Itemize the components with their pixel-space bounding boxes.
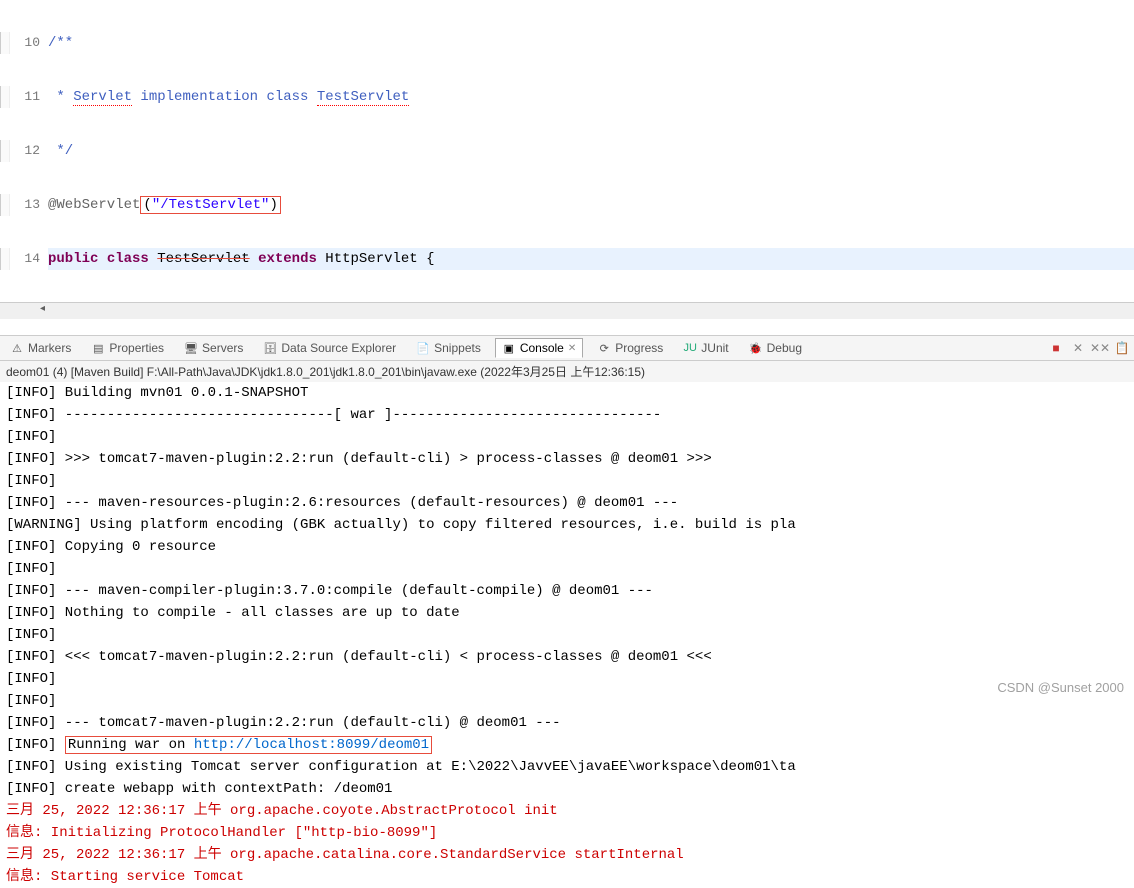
database-icon: 🗄 bbox=[263, 341, 277, 355]
line-number: 12 bbox=[10, 140, 48, 162]
tab-data-source[interactable]: 🗄 Data Source Explorer bbox=[257, 339, 402, 357]
console-line: [INFO] Copying 0 resource bbox=[6, 536, 1128, 558]
junit-icon: JU bbox=[683, 341, 697, 355]
tab-servers[interactable]: 🖥 Servers bbox=[178, 339, 249, 357]
servers-icon: 🖥 bbox=[184, 341, 198, 355]
tab-label: Properties bbox=[109, 341, 164, 355]
console-line: [INFO] bbox=[6, 426, 1128, 448]
console-line: [INFO] --- maven-resources-plugin:2.6:re… bbox=[6, 492, 1128, 514]
annotation-webservlet: @WebServlet bbox=[48, 197, 140, 213]
console-line: [INFO] bbox=[6, 470, 1128, 492]
tab-label: Markers bbox=[28, 341, 71, 355]
code-text: public class TestServlet extends HttpSer… bbox=[48, 248, 1134, 270]
tab-console[interactable]: ▣ Console ✕ bbox=[495, 338, 583, 358]
tab-label: Debug bbox=[767, 341, 802, 355]
line-number: 13 bbox=[10, 194, 48, 216]
kw-extends: extends bbox=[258, 251, 317, 267]
horizontal-scrollbar[interactable] bbox=[0, 302, 1134, 319]
console-line: 信息: Initializing ProtocolHandler ["http-… bbox=[6, 822, 1128, 844]
console-line: [INFO] bbox=[6, 558, 1128, 580]
line-number: 10 bbox=[10, 32, 48, 54]
console-line: [INFO] Building mvn01 0.0.1-SNAPSHOT bbox=[6, 382, 1128, 404]
kw-public: public bbox=[48, 251, 98, 267]
console-line: [INFO] create webapp with contextPath: /… bbox=[6, 778, 1128, 800]
bug-icon: 🐞 bbox=[749, 341, 763, 355]
code-text: /** bbox=[48, 32, 1134, 54]
snippets-icon: 📄 bbox=[416, 341, 430, 355]
tab-properties[interactable]: ▤ Properties bbox=[85, 339, 170, 357]
close-icon[interactable]: ✕ bbox=[568, 343, 576, 354]
code-editor[interactable]: 10 /** 11 * Servlet implementation class… bbox=[0, 0, 1134, 335]
console-line: 信息: Starting service Tomcat bbox=[6, 866, 1128, 888]
markers-icon: ⚠ bbox=[10, 341, 24, 355]
console-line: [INFO] --- maven-compiler-plugin:3.7.0:c… bbox=[6, 580, 1128, 602]
line-number: 14 bbox=[10, 248, 48, 270]
gutter bbox=[0, 32, 10, 54]
string-literal: "/TestServlet" bbox=[152, 197, 270, 213]
console-line: [INFO] bbox=[6, 690, 1128, 712]
kw-class: class bbox=[107, 251, 149, 267]
tab-label: Console bbox=[520, 341, 564, 355]
tab-debug[interactable]: 🐞 Debug bbox=[743, 339, 808, 357]
line-number: 11 bbox=[10, 86, 48, 108]
superclass: HttpServlet { bbox=[325, 251, 434, 267]
views-tab-bar: ⚠ Markers ▤ Properties 🖥 Servers 🗄 Data Sour… bbox=[0, 335, 1134, 361]
tab-label: Data Source Explorer bbox=[281, 341, 396, 355]
code-text: */ bbox=[48, 140, 1134, 162]
tab-label: Progress bbox=[615, 341, 663, 355]
comment-end: */ bbox=[56, 143, 73, 159]
comment-mid: implementation class bbox=[132, 89, 317, 105]
console-line: [INFO] Using existing Tomcat server conf… bbox=[6, 756, 1128, 778]
paren: ) bbox=[269, 197, 277, 213]
terminate-icon[interactable]: ■ bbox=[1048, 340, 1064, 356]
console-launch-info: deom01 (4) [Maven Build] F:\All-Path\Jav… bbox=[0, 361, 1134, 382]
console-icon: ▣ bbox=[502, 341, 516, 355]
console-line: [INFO] --- tomcat7-maven-plugin:2.2:run … bbox=[6, 712, 1128, 734]
tab-snippets[interactable]: 📄 Snippets bbox=[410, 339, 487, 357]
word-servlet: Servlet bbox=[73, 89, 132, 106]
tab-label: JUnit bbox=[701, 341, 728, 355]
remove-launch-icon[interactable]: ✕ bbox=[1070, 340, 1086, 356]
pin-icon[interactable]: 📋 bbox=[1114, 340, 1130, 356]
console-line: [WARNING] Using platform encoding (GBK a… bbox=[6, 514, 1128, 536]
gutter bbox=[0, 194, 10, 216]
tab-label: Servers bbox=[202, 341, 243, 355]
tab-junit[interactable]: JU JUnit bbox=[677, 339, 734, 357]
console-line: [INFO] Nothing to compile - all classes … bbox=[6, 602, 1128, 624]
console-line: [INFO] bbox=[6, 668, 1128, 690]
word-testservlet: TestServlet bbox=[317, 89, 409, 106]
tab-progress[interactable]: ⟳ Progress bbox=[591, 339, 669, 357]
console-line: 三月 25, 2022 12:36:17 上午 org.apache.catal… bbox=[6, 844, 1128, 866]
highlight-box: ("/TestServlet") bbox=[140, 196, 280, 214]
remove-all-icon[interactable]: ✕✕ bbox=[1092, 340, 1108, 356]
code-text: * Servlet implementation class TestServl… bbox=[48, 86, 1134, 108]
watermark: CSDN @Sunset 2000 bbox=[997, 680, 1124, 695]
console-line: [INFO] bbox=[6, 624, 1128, 646]
gutter bbox=[0, 140, 10, 162]
gutter bbox=[0, 248, 10, 270]
console-line: [INFO] --------------------------------[… bbox=[6, 404, 1128, 426]
highlight-box: Running war on http://localhost:8099/deo… bbox=[65, 736, 432, 754]
properties-icon: ▤ bbox=[91, 341, 105, 355]
tab-markers[interactable]: ⚠ Markers bbox=[4, 339, 77, 357]
console-toolbar: ■ ✕ ✕✕ 📋 bbox=[1048, 340, 1130, 356]
code-text: @WebServlet("/TestServlet") bbox=[48, 194, 1134, 216]
console-line: [INFO] >>> tomcat7-maven-plugin:2.2:run … bbox=[6, 448, 1128, 470]
console-output[interactable]: [INFO] Building mvn01 0.0.1-SNAPSHOT[INF… bbox=[0, 382, 1134, 888]
console-line: [INFO] Running war on http://localhost:8… bbox=[6, 734, 1128, 756]
console-line: 三月 25, 2022 12:36:17 上午 org.apache.coyot… bbox=[6, 800, 1128, 822]
console-line: [INFO] <<< tomcat7-maven-plugin:2.2:run … bbox=[6, 646, 1128, 668]
comment-prefix: * bbox=[48, 89, 73, 105]
url-link[interactable]: http://localhost:8099/deom01 bbox=[194, 737, 429, 753]
classname: TestServlet bbox=[157, 251, 249, 267]
gutter bbox=[0, 86, 10, 108]
tab-label: Snippets bbox=[434, 341, 481, 355]
paren: ( bbox=[143, 197, 151, 213]
progress-icon: ⟳ bbox=[597, 341, 611, 355]
